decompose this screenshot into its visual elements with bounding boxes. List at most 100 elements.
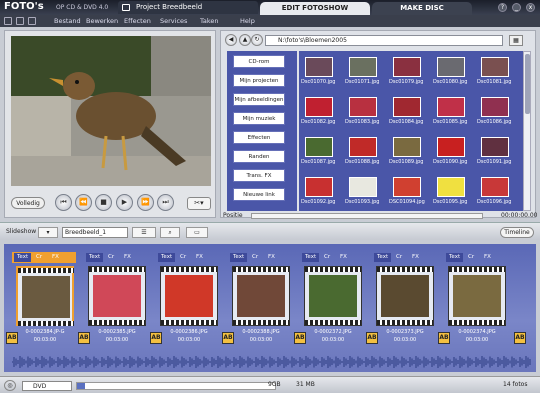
path-input[interactable]: N:\foto's\Bloemen2005 [265,35,503,46]
disc-format-select[interactable]: DVD [22,381,72,391]
storyboard-clip[interactable]: Text Cr FX 0-0002385.JPG 00:03:00 [84,252,148,344]
thumbnail[interactable]: Dsc01081.jpg [477,53,515,88]
thumbnail[interactable]: Dsc01092.jpg [301,173,339,208]
clip-crop-button[interactable]: Cr [324,253,330,262]
help-button[interactable]: ? [498,3,507,12]
thumbnail-scrollbar[interactable] [523,51,531,211]
thumbnail[interactable]: Dsc01070.jpg [301,53,339,88]
thumbnail[interactable]: Dsc01088.jpg [345,133,383,168]
clip-text-button[interactable]: Text [302,253,320,262]
clip-text-button[interactable]: Text [230,253,248,262]
clip-fx-button[interactable]: FX [340,253,347,262]
thumbnail[interactable]: Dsc01080.jpg [433,53,471,88]
clip-crop-button[interactable]: Cr [252,253,258,262]
clip-crop-button[interactable]: Cr [468,253,474,262]
thumbnail[interactable]: Dsc01079.jpg [389,53,427,88]
disc-icon[interactable]: ◎ [4,380,16,391]
folder-button[interactable]: Mijn muziek [233,112,285,125]
audio-waveform[interactable] [12,356,532,368]
thumbnail[interactable]: Dsc01084.jpg [389,93,427,128]
menu-bestand[interactable]: Bestand [54,17,81,25]
clip-fx-button[interactable]: FX [412,253,419,262]
thumbnail[interactable]: Dsc01093.jpg [345,173,383,208]
tab-make-disc[interactable]: MAKE DISC [372,2,472,15]
thumbnail[interactable]: Dsc01091.jpg [477,133,515,168]
storyboard-clip[interactable]: Text Cr FX 0-0002372.JPG 00:03:00 [300,252,364,344]
thumbnail[interactable]: Dsc01090.jpg [433,133,471,168]
transition-ab-icon[interactable]: AB [78,332,90,344]
clip-text-button[interactable]: Text [86,253,104,262]
folder-button[interactable]: Effecten [233,131,285,144]
go-to-start-button[interactable]: ⏮ [55,194,72,211]
menu-help[interactable]: Help [240,17,255,25]
timeline-button[interactable]: Timeline [500,227,534,238]
clip-fx-button[interactable]: FX [124,253,131,262]
menu-bewerken[interactable]: Bewerken [86,17,118,25]
go-to-end-button[interactable]: ⏭ [157,194,174,211]
scrollbar-thumb[interactable] [525,54,530,114]
thumbnail[interactable]: Dsc01096.jpg [477,173,515,208]
slideshow-select[interactable]: Breedbeeld_1 [62,227,128,238]
storyboard-clip[interactable]: Text Cr FX 0-0002384.JP-G 00:03:00 [12,252,76,344]
thumbnail[interactable]: Dsc01082.jpg [301,93,339,128]
thumbnail[interactable]: Dsc01086.jpg [477,93,515,128]
split-clip-button[interactable]: ✂▾ [187,197,211,210]
clip-text-button[interactable]: Text [374,253,392,262]
clip-text-button[interactable]: Text [158,253,176,262]
transition-ab-icon[interactable]: AB [6,332,18,344]
clip-fx-button[interactable]: FX [196,253,203,262]
thumbnail[interactable]: Dsc01083.jpg [345,93,383,128]
storyboard-clip[interactable]: Text Cr FX 0-0002388.JPG 00:03:00 [228,252,292,344]
folder-button[interactable]: Nieuwe link [233,188,285,201]
storyboard-clip[interactable]: Text Cr FX 0-0002374.JPG 00:03:00 [444,252,508,344]
thumbnail[interactable]: Dsc01087.jpg [301,133,339,168]
up-icon[interactable]: ▲ [239,34,251,46]
clip-fx-button[interactable]: FX [52,253,59,262]
project-title-tab[interactable]: Project Breedbeeld [118,1,258,14]
transition-ab-icon[interactable]: AB [294,332,306,344]
minimize-button[interactable]: _ [512,3,521,12]
transition-ab-icon[interactable]: AB [366,332,378,344]
play-button[interactable]: ▶ [116,194,133,211]
folder-button[interactable]: CD-rom [233,55,285,68]
clip-crop-button[interactable]: Cr [108,253,114,262]
position-slider[interactable] [251,213,483,219]
menu-taken[interactable]: Taken [200,17,219,25]
slideshow-dropdown-button[interactable]: ▾ [38,227,58,238]
fast-forward-button[interactable]: ⏩ [137,194,154,211]
transition-ab-icon[interactable]: AB [438,332,450,344]
view-grid-icon[interactable]: ▦ [509,35,523,46]
open-icon[interactable] [16,17,24,25]
thumbnail[interactable]: Dsc01085.jpg [433,93,471,128]
tab-edit-fotoshow[interactable]: EDIT FOTOSHOW [260,2,370,15]
clip-crop-button[interactable]: Cr [180,253,186,262]
clip-fx-button[interactable]: FX [268,253,275,262]
clip-crop-button[interactable]: Cr [36,253,42,262]
folder-button[interactable]: Mijn afbeeldingen [233,93,285,106]
clip-fx-button[interactable]: FX [484,253,491,262]
clip-text-button[interactable]: Text [446,253,464,262]
thumbnail[interactable]: Dsc01089.jpg [389,133,427,168]
storyboard-clip[interactable]: Text Cr FX 0-0002373.JPG 00:03:00 [372,252,436,344]
thumbnail[interactable]: Dsc01095.jpg [433,173,471,208]
thumbnail[interactable]: DSC01094.jpg [389,173,427,208]
clip-text-button[interactable]: Text [14,253,32,262]
fullscreen-button[interactable]: Volledig [11,197,45,209]
folder-button[interactable]: Randen [233,150,285,163]
storyboard-view-icon[interactable]: ▭ [186,227,208,238]
new-icon[interactable] [4,17,12,25]
list-view-icon[interactable]: ☰ [132,227,156,238]
folder-button[interactable]: Trans. FX [233,169,285,182]
transition-ab-icon[interactable]: AB [514,332,526,344]
close-button[interactable]: x [526,3,535,12]
thumbnail[interactable]: Dsc01071.jpg [345,53,383,88]
folder-button[interactable]: Mijn projecten [233,74,285,87]
zoom-icon[interactable]: ⌕ [160,227,180,238]
menu-effecten[interactable]: Effecten [124,17,151,25]
stop-button[interactable]: ■ [95,194,112,211]
transition-ab-icon[interactable]: AB [150,332,162,344]
menu-services[interactable]: Services [160,17,187,25]
back-icon[interactable]: ◀ [225,34,237,46]
save-icon[interactable] [28,17,36,25]
clip-crop-button[interactable]: Cr [396,253,402,262]
